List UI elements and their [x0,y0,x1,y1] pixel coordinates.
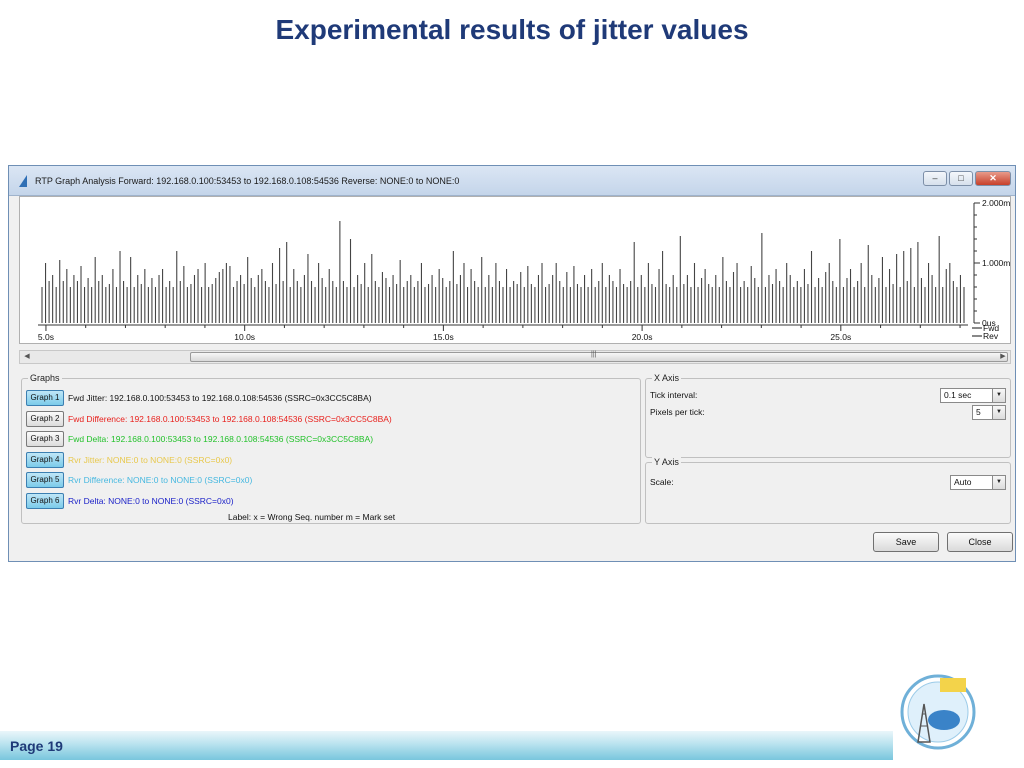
x-axis-legend: X Axis [652,373,682,383]
page-number: Page 19 [10,738,63,754]
graph-label: Fwd Jitter: 192.168.0.100:53453 to 192.1… [68,393,372,403]
maximize-button[interactable]: □ [949,171,973,186]
graph-area[interactable]: 5.0s10.0s15.0s20.0s25.0s2.000ms1.000ms0u… [19,196,1011,344]
x-axis-group: X Axis Tick interval: 0.1 sec ▼ Pixels p… [645,373,1011,458]
graph-toggle-button[interactable]: Graph 4 [26,451,64,468]
pixels-per-tick-select[interactable]: 5 ▼ [972,405,1006,420]
graph-toggle-button[interactable]: Graph 2 [26,410,64,427]
pixels-per-tick-value: 5 [976,407,981,417]
jitter-plot: 5.0s10.0s15.0s20.0s25.0s2.000ms1.000ms0u… [38,198,1010,342]
window-title: RTP Graph Analysis Forward: 192.168.0.10… [35,176,460,186]
graph-label: Rvr Delta: NONE:0 to NONE:0 (SSRC=0x0) [68,495,234,506]
chevron-down-icon[interactable]: ▼ [992,476,1005,489]
label-note: Label: x = Wrong Seq. number m = Mark se… [228,512,396,522]
chevron-down-icon[interactable]: ▼ [992,406,1005,419]
x-tick-label: 10.0s [234,332,255,342]
graphs-legend: Graphs [28,373,62,383]
graph-label: Rvr Difference: NONE:0 to NONE:0 (SSRC=0… [68,475,253,485]
pixels-per-tick-label: Pixels per tick: [650,407,705,417]
graph-row: Graph 3 Fwd Delta: 192.168.0.100:53453 to… [26,430,373,448]
footer-bar [0,731,893,760]
rtp-graph-window: RTP Graph Analysis Forward: 192.168.0.10… [8,165,1016,562]
graphs-group: Graphs Graph 1 Fwd Jitter: 192.168.0.100:… [21,373,641,524]
y-tick-label: 2.000ms [982,198,1010,208]
graph-toggle-button[interactable]: Graph 6 [26,492,64,509]
close-button[interactable]: Close [947,532,1013,552]
graph-toggle-button[interactable]: Graph 5 [26,472,64,488]
university-logo-icon [900,674,976,750]
scrollbar-thumb[interactable]: ||| [190,351,1008,362]
scale-value: Auto [954,477,972,487]
window-titlebar[interactable]: RTP Graph Analysis Forward: 192.168.0.10… [9,166,1015,196]
y-tick-label: 1.000ms [982,258,1010,268]
slide-title: Experimental results of jitter values [275,14,749,45]
graph-label: Fwd Delta: 192.168.0.100:53453 to 192.16… [68,434,374,444]
grip-icon: ||| [591,351,597,358]
scroll-right-icon[interactable]: ▶ [996,351,1010,363]
chevron-down-icon[interactable]: ▼ [992,389,1005,402]
x-tick-label: 20.0s [632,332,653,342]
graph-row: Graph 2 Fwd Difference: 192.168.0.100:534… [26,410,392,428]
tick-interval-label: Tick interval: [650,390,698,400]
window-close-button[interactable]: ✕ [975,171,1011,186]
horizontal-scrollbar[interactable]: ◀ ||| ▶ [19,350,1011,364]
scale-label: Scale: [650,477,674,487]
scale-select[interactable]: Auto ▼ [950,475,1006,490]
graph-label: Fwd Difference: 192.168.0.100:53453 to 1… [68,413,392,424]
scroll-left-icon[interactable]: ◀ [20,351,34,363]
tick-interval-select[interactable]: 0.1 sec ▼ [940,388,1006,403]
graph-row: Graph 1 Fwd Jitter: 192.168.0.100:53453 t… [26,389,372,407]
minimize-button[interactable]: – [923,171,947,186]
x-tick-label: 25.0s [830,332,851,342]
save-button[interactable]: Save [873,532,939,552]
graph-label: Rvr Jitter: NONE:0 to NONE:0 (SSRC=0x0) [68,454,233,465]
x-tick-label: 5.0s [38,332,54,342]
graph-row: Graph 4 Rvr Jitter: NONE:0 to NONE:0 (SSR… [26,451,232,469]
app-shark-fin-icon [19,175,27,187]
graph-row: Graph 5 Rvr Difference: NONE:0 to NONE:0 … [26,471,252,489]
graph-toggle-button[interactable]: Graph 3 [26,431,64,447]
graph-row: Graph 6 Rvr Delta: NONE:0 to NONE:0 (SSRC… [26,492,234,510]
graph-toggle-button[interactable]: Graph 1 [26,390,64,406]
y-axis-legend: Y Axis [652,457,681,467]
x-tick-label: 15.0s [433,332,454,342]
legend-label: Rev [983,331,999,341]
y-axis-group: Y Axis Scale: Auto ▼ [645,457,1011,524]
tick-interval-value: 0.1 sec [944,390,972,400]
